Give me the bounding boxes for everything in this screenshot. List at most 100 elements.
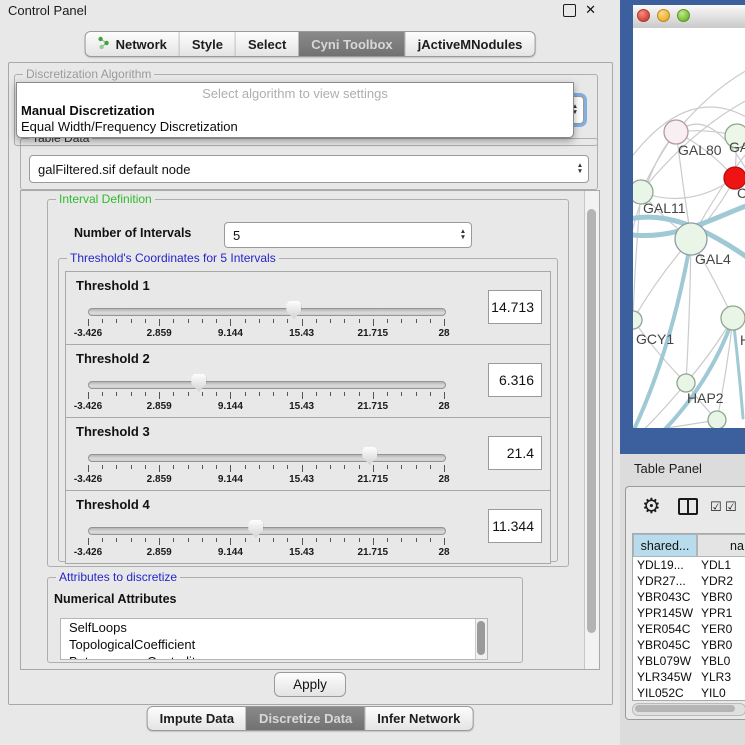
scrollbar-thumb[interactable]: [587, 209, 596, 633]
table-cell: YBR0: [697, 637, 745, 653]
attribute-item-betweennesscentrality[interactable]: BetweennessCentrality: [61, 653, 487, 660]
tab-style[interactable]: Style: [179, 32, 235, 56]
tick-label: 21.715: [358, 401, 389, 412]
combo-stepper-icon[interactable]: ▲▼: [572, 163, 588, 175]
algorithm-placeholder: Select algorithm to view settings: [17, 83, 573, 103]
column-header-shared-[interactable]: shared...: [633, 534, 697, 557]
table-row[interactable]: YBR043CYBR0: [633, 589, 745, 605]
table-cell: YDL1: [697, 557, 745, 573]
hscrollbar-thumb[interactable]: [635, 705, 735, 712]
threshold-label: Threshold 3: [76, 424, 150, 439]
attributes-group-title: Attributes to discretize: [56, 570, 180, 584]
network-node[interactable]: [664, 120, 688, 144]
threshold-slider-track[interactable]: [88, 454, 446, 462]
tab-label: Select: [248, 37, 286, 52]
tab-select[interactable]: Select: [235, 32, 298, 56]
numerical-attributes-label: Numerical Attributes: [54, 592, 176, 606]
control-panel-tab-bar: NetworkStyle Select Cyni ToolboxjActiveMNo…: [85, 31, 536, 57]
tab-discretize-data[interactable]: Discretize Data: [246, 707, 364, 730]
slider-tick-labels: -3.4262.8599.14415.4321.71528: [88, 328, 444, 340]
table-row[interactable]: YIL052CYIL0: [633, 685, 745, 701]
attribute-item-selfloops[interactable]: SelfLoops: [61, 619, 487, 636]
table-row[interactable]: YBL079WYBL0: [633, 653, 745, 669]
node-attribute-table[interactable]: shared...na YDL19...YDL1YDR27...YDR2YBR0…: [632, 533, 745, 701]
settings-scroll-pane: Interval Definition Number of Intervals …: [20, 190, 600, 670]
mac-zoom-button[interactable]: [677, 9, 690, 22]
tick-label: 21.715: [358, 547, 389, 558]
network-node[interactable]: [721, 306, 745, 330]
threshold-slider-track[interactable]: [88, 527, 446, 535]
table-cell: YDR2: [697, 573, 745, 589]
number-of-intervals-combobox[interactable]: 5 ▲▼: [224, 222, 472, 248]
table-cell: YBR045C: [633, 637, 697, 653]
tick-label: 9.144: [218, 328, 243, 339]
attribute-item-topologicalcoefficient[interactable]: TopologicalCoefficient: [61, 636, 487, 653]
mac-minimize-button[interactable]: [657, 9, 670, 22]
horizontal-scrollbar[interactable]: [632, 703, 745, 716]
node-label: HAP2: [687, 390, 724, 406]
gear-icon[interactable]: ⚙: [642, 495, 661, 519]
column-header-na[interactable]: na: [697, 534, 745, 557]
attributes-scrollbar[interactable]: [475, 619, 487, 659]
network-edge: [633, 192, 641, 320]
thresholds-group-title: Threshold's Coordinates for 5 Intervals: [67, 251, 279, 265]
table-row[interactable]: YPR145WYPR1: [633, 605, 745, 621]
tab-impute-data[interactable]: Impute Data: [148, 707, 246, 730]
table-data-combobox[interactable]: galFiltered.sif default node ▲▼: [29, 155, 589, 183]
table-cell: YDR27...: [633, 573, 697, 589]
table-cell: YER054C: [633, 621, 697, 637]
algorithm-option-equal-width-frequency-discretization[interactable]: Equal Width/Frequency Discretization: [17, 119, 573, 135]
table-row[interactable]: YBR045CYBR0: [633, 637, 745, 653]
table-row[interactable]: YLR345WYLR3: [633, 669, 745, 685]
threshold-value-field[interactable]: 21.4: [488, 436, 542, 470]
table-cell: YIL0: [697, 685, 745, 701]
network-edge: [633, 320, 686, 383]
numerical-attributes-list[interactable]: SelfLoopsTopologicalCoefficientBetweenne…: [60, 618, 488, 660]
table-row[interactable]: YDL19...YDL1: [633, 557, 745, 573]
tick-label: 15.43: [289, 401, 314, 412]
tab-cyni-toolbox[interactable]: Cyni Toolbox: [298, 32, 404, 56]
table-panel-titlebar: Table Panel: [620, 455, 745, 483]
tab-jactivemnodules[interactable]: jActiveMNodules: [405, 32, 535, 56]
threshold-value-field[interactable]: 11.344: [488, 509, 542, 543]
mac-close-button[interactable]: [637, 9, 650, 22]
number-of-intervals-label: Number of Intervals: [74, 226, 191, 240]
table-row[interactable]: YDR27...YDR2: [633, 573, 745, 589]
float-window-icon[interactable]: [563, 4, 576, 17]
close-panel-icon[interactable]: ✕: [585, 2, 596, 18]
threshold-slider-track[interactable]: [88, 308, 446, 316]
table-row[interactable]: YER054CYER0: [633, 621, 745, 637]
slider-ticks: [88, 392, 444, 400]
network-node[interactable]: [708, 411, 726, 428]
vertical-scrollbar[interactable]: [584, 191, 599, 669]
threshold-panel: Threshold 1-3.4262.8599.14415.4321.71528…: [65, 271, 551, 345]
apply-button[interactable]: Apply: [274, 672, 346, 697]
checkbox-checked-icon[interactable]: ☑: [710, 499, 722, 515]
combo-stepper-icon[interactable]: ▲▼: [455, 229, 471, 241]
threshold-slider-track[interactable]: [88, 381, 446, 389]
algorithm-option-manual-discretization[interactable]: Manual Discretization: [17, 103, 573, 119]
number-of-intervals-value: 5: [225, 228, 455, 243]
threshold-slider-thumb[interactable]: [286, 301, 301, 319]
tick-label: 9.144: [218, 547, 243, 558]
tick-label: 28: [438, 474, 449, 485]
threshold-label: Threshold 2: [76, 351, 150, 366]
checkbox-checked-icon[interactable]: ☑: [725, 499, 737, 515]
tab-infer-network[interactable]: Infer Network: [364, 707, 472, 730]
threshold-value-field[interactable]: 14.713: [488, 290, 542, 324]
network-canvas[interactable]: GAL80GACGAL11GAL4GCY1HHAP2: [633, 28, 745, 428]
tick-label: 9.144: [218, 474, 243, 485]
network-window-titlebar[interactable]: [633, 5, 745, 29]
tick-label: 9.144: [218, 401, 243, 412]
threshold-slider-thumb[interactable]: [191, 374, 206, 392]
tab-network[interactable]: Network: [86, 32, 179, 56]
threshold-value-field[interactable]: 6.316: [488, 363, 542, 397]
tick-label: 15.43: [289, 547, 314, 558]
threshold-slider-thumb[interactable]: [248, 520, 263, 538]
network-node[interactable]: [633, 311, 642, 329]
tick-label: -3.426: [74, 547, 102, 558]
threshold-slider-thumb[interactable]: [362, 447, 377, 465]
table-panel: ⚙ ☑ ☑ shared...na YDL19...YDL1YDR27...YD…: [625, 486, 745, 720]
slider-ticks: [88, 465, 444, 473]
split-pane-icon[interactable]: [678, 498, 698, 515]
